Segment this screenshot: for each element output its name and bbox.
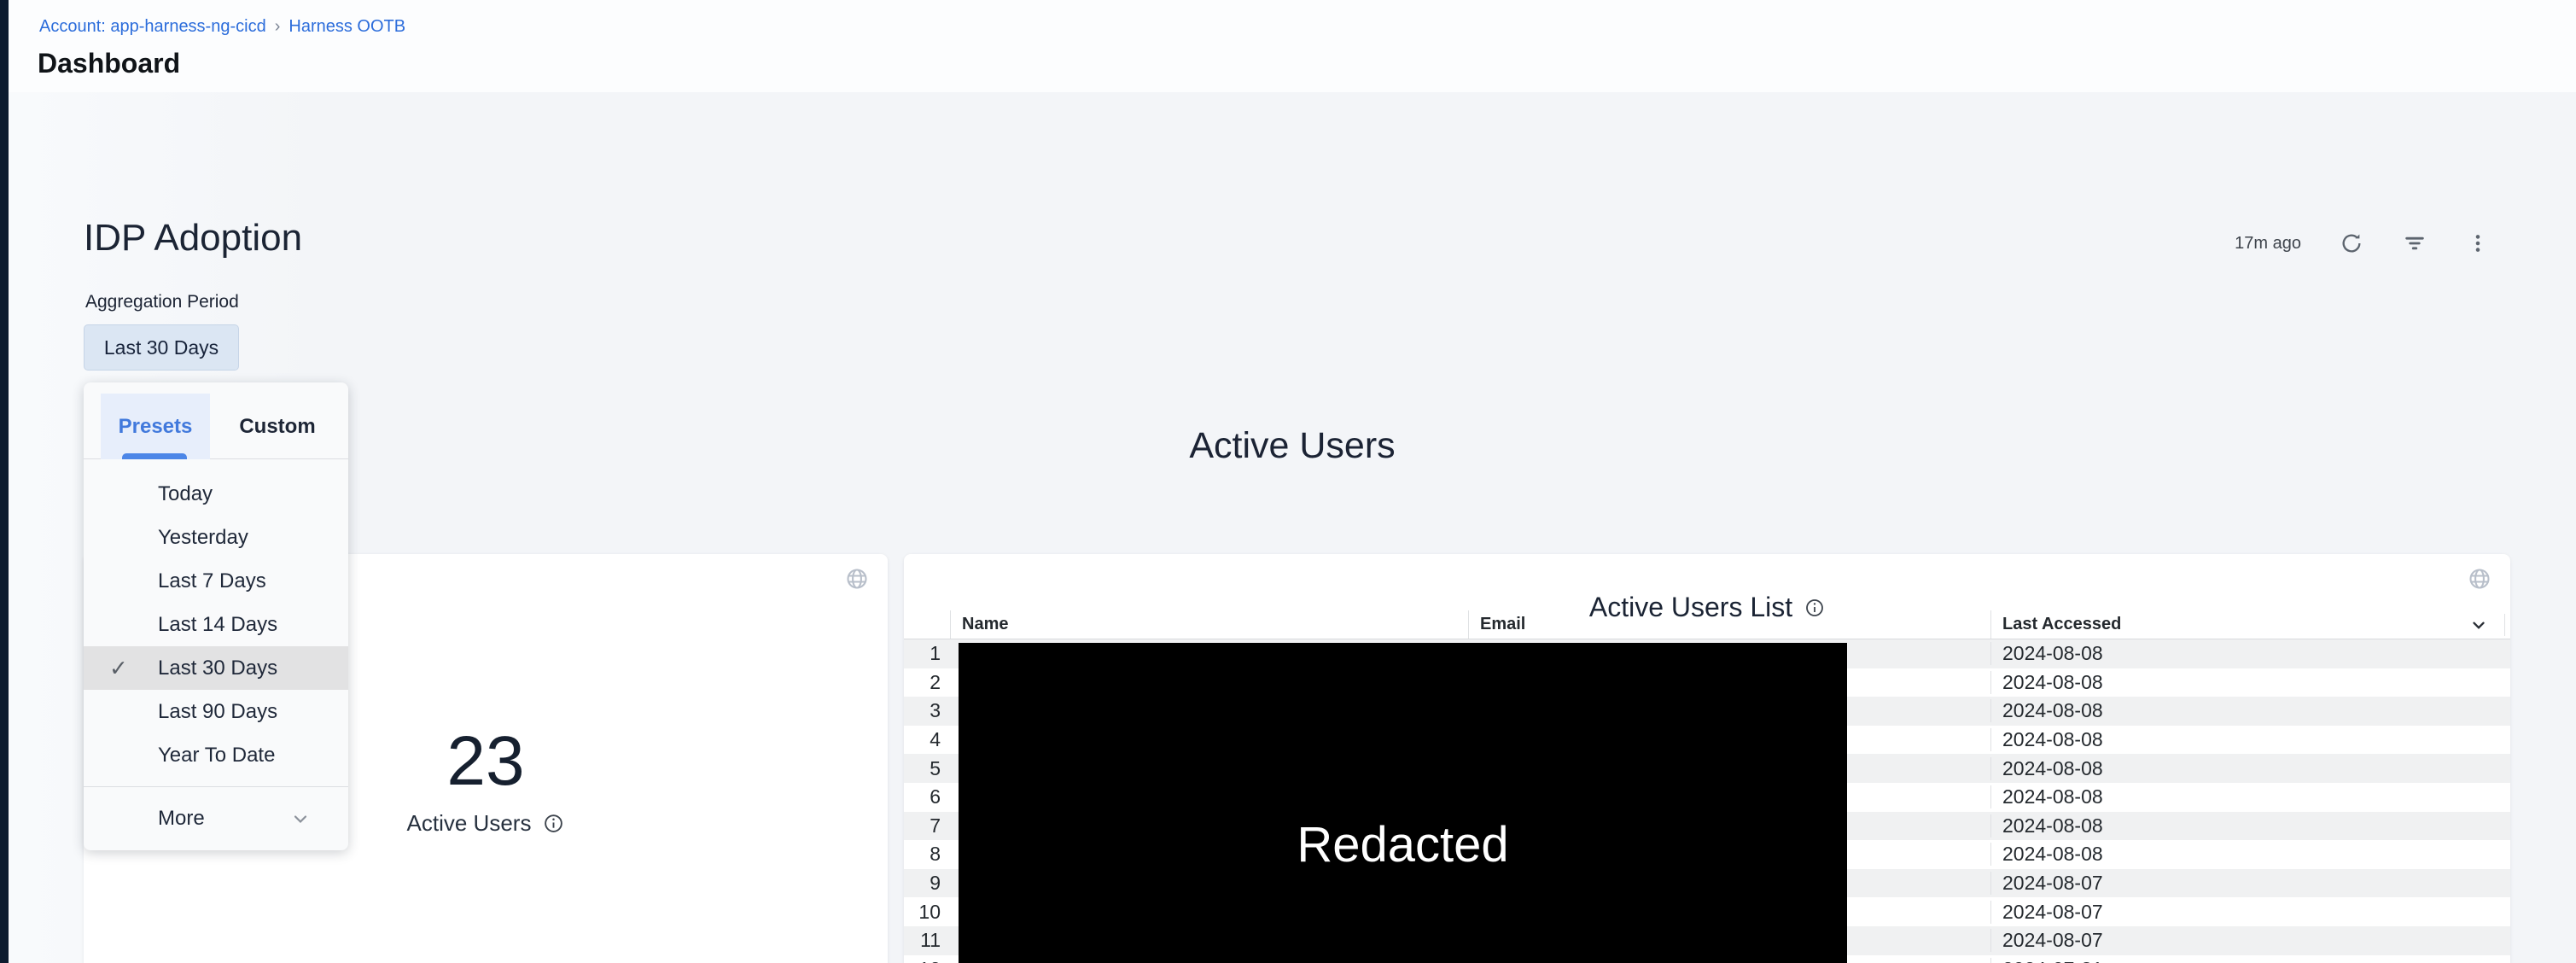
filter-icon[interactable] — [2402, 231, 2427, 256]
redacted-data-overlay: Redacted — [959, 643, 1847, 963]
collapsed-sidebar-strip[interactable] — [0, 0, 9, 963]
chevron-down-icon — [290, 808, 311, 829]
table-header-row: Name Email Last Accessed — [904, 610, 2510, 639]
last-accessed-header-label: Last Accessed — [2002, 615, 2121, 634]
period-dropdown: Presets Custom Today Yesterday Last 7 Da… — [84, 382, 348, 850]
aggregation-period-button[interactable]: Last 30 Days — [84, 324, 239, 371]
redacted-label: Redacted — [1297, 816, 1508, 873]
tab-presets-label: Presets — [119, 415, 193, 439]
preset-item-last-7-days[interactable]: Last 7 Days — [84, 559, 348, 603]
active-users-section-heading: Active Users — [9, 425, 2576, 467]
chevron-down-icon[interactable] — [2469, 616, 2488, 634]
refresh-icon[interactable] — [2339, 231, 2364, 256]
preset-item-year-to-date[interactable]: Year To Date — [84, 733, 348, 777]
name-column-header[interactable]: Name — [950, 610, 1468, 639]
last-accessed-column-header[interactable]: Last Accessed — [1990, 610, 2510, 639]
row-number-header — [904, 610, 950, 639]
globe-icon — [845, 567, 869, 591]
dashboard-title: IDP Adoption — [84, 217, 302, 260]
last-refreshed-text: 17m ago — [2235, 234, 2301, 254]
breadcrumb: Account: app-harness-ng-cicd › Harness O… — [39, 17, 405, 37]
globe-icon — [2468, 567, 2491, 591]
tab-custom[interactable]: Custom — [230, 394, 324, 459]
dashboard-controls: 17m ago — [2235, 231, 2491, 256]
more-button[interactable]: More — [84, 786, 348, 850]
checkmark-icon: ✓ — [109, 655, 128, 681]
active-tab-underline — [122, 453, 187, 459]
preset-item-label: Last 30 Days — [158, 657, 277, 680]
info-icon[interactable] — [543, 813, 564, 834]
tab-presets[interactable]: Presets — [101, 394, 210, 459]
email-column-header[interactable]: Email — [1468, 610, 1990, 639]
preset-item-last-30-days[interactable]: ✓ Last 30 Days — [84, 646, 348, 690]
preset-item-last-90-days[interactable]: Last 90 Days — [84, 690, 348, 733]
preset-item-today[interactable]: Today — [84, 472, 348, 516]
page-title: Dashboard — [38, 48, 180, 79]
dashboard-canvas: IDP Adoption 17m ago Aggregation Period … — [9, 92, 2576, 963]
header-end-divider — [2504, 614, 2505, 636]
more-label: More — [158, 807, 205, 831]
preset-list: Today Yesterday Last 7 Days Last 14 Days… — [84, 459, 348, 777]
breadcrumb-current-link[interactable]: Harness OOTB — [288, 17, 405, 37]
breadcrumb-account-link[interactable]: Account: app-harness-ng-cicd — [39, 17, 266, 37]
aggregation-period-label: Aggregation Period — [85, 292, 239, 312]
dropdown-tabs: Presets Custom — [84, 382, 348, 459]
preset-item-yesterday[interactable]: Yesterday — [84, 516, 348, 559]
top-header: Account: app-harness-ng-cicd › Harness O… — [9, 0, 2576, 92]
preset-item-last-14-days[interactable]: Last 14 Days — [84, 603, 348, 646]
breadcrumb-separator-icon: › — [275, 17, 281, 37]
active-users-label: Active Users — [407, 810, 532, 837]
kebab-menu-icon[interactable] — [2465, 231, 2491, 256]
